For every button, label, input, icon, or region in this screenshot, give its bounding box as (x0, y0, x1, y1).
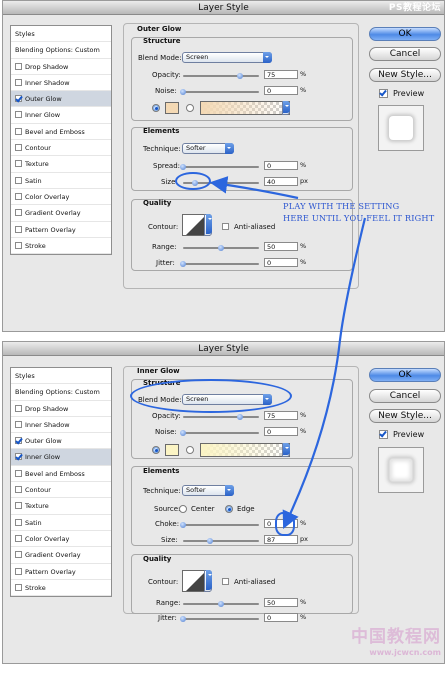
watermark-bottom: 中国教程网 (351, 627, 441, 647)
watermark-url: www.jcwcn.com (369, 648, 441, 657)
arrow-to-inner-size (282, 217, 367, 529)
annotation-arrows (209, 176, 367, 529)
arrow-to-size (209, 176, 299, 200)
